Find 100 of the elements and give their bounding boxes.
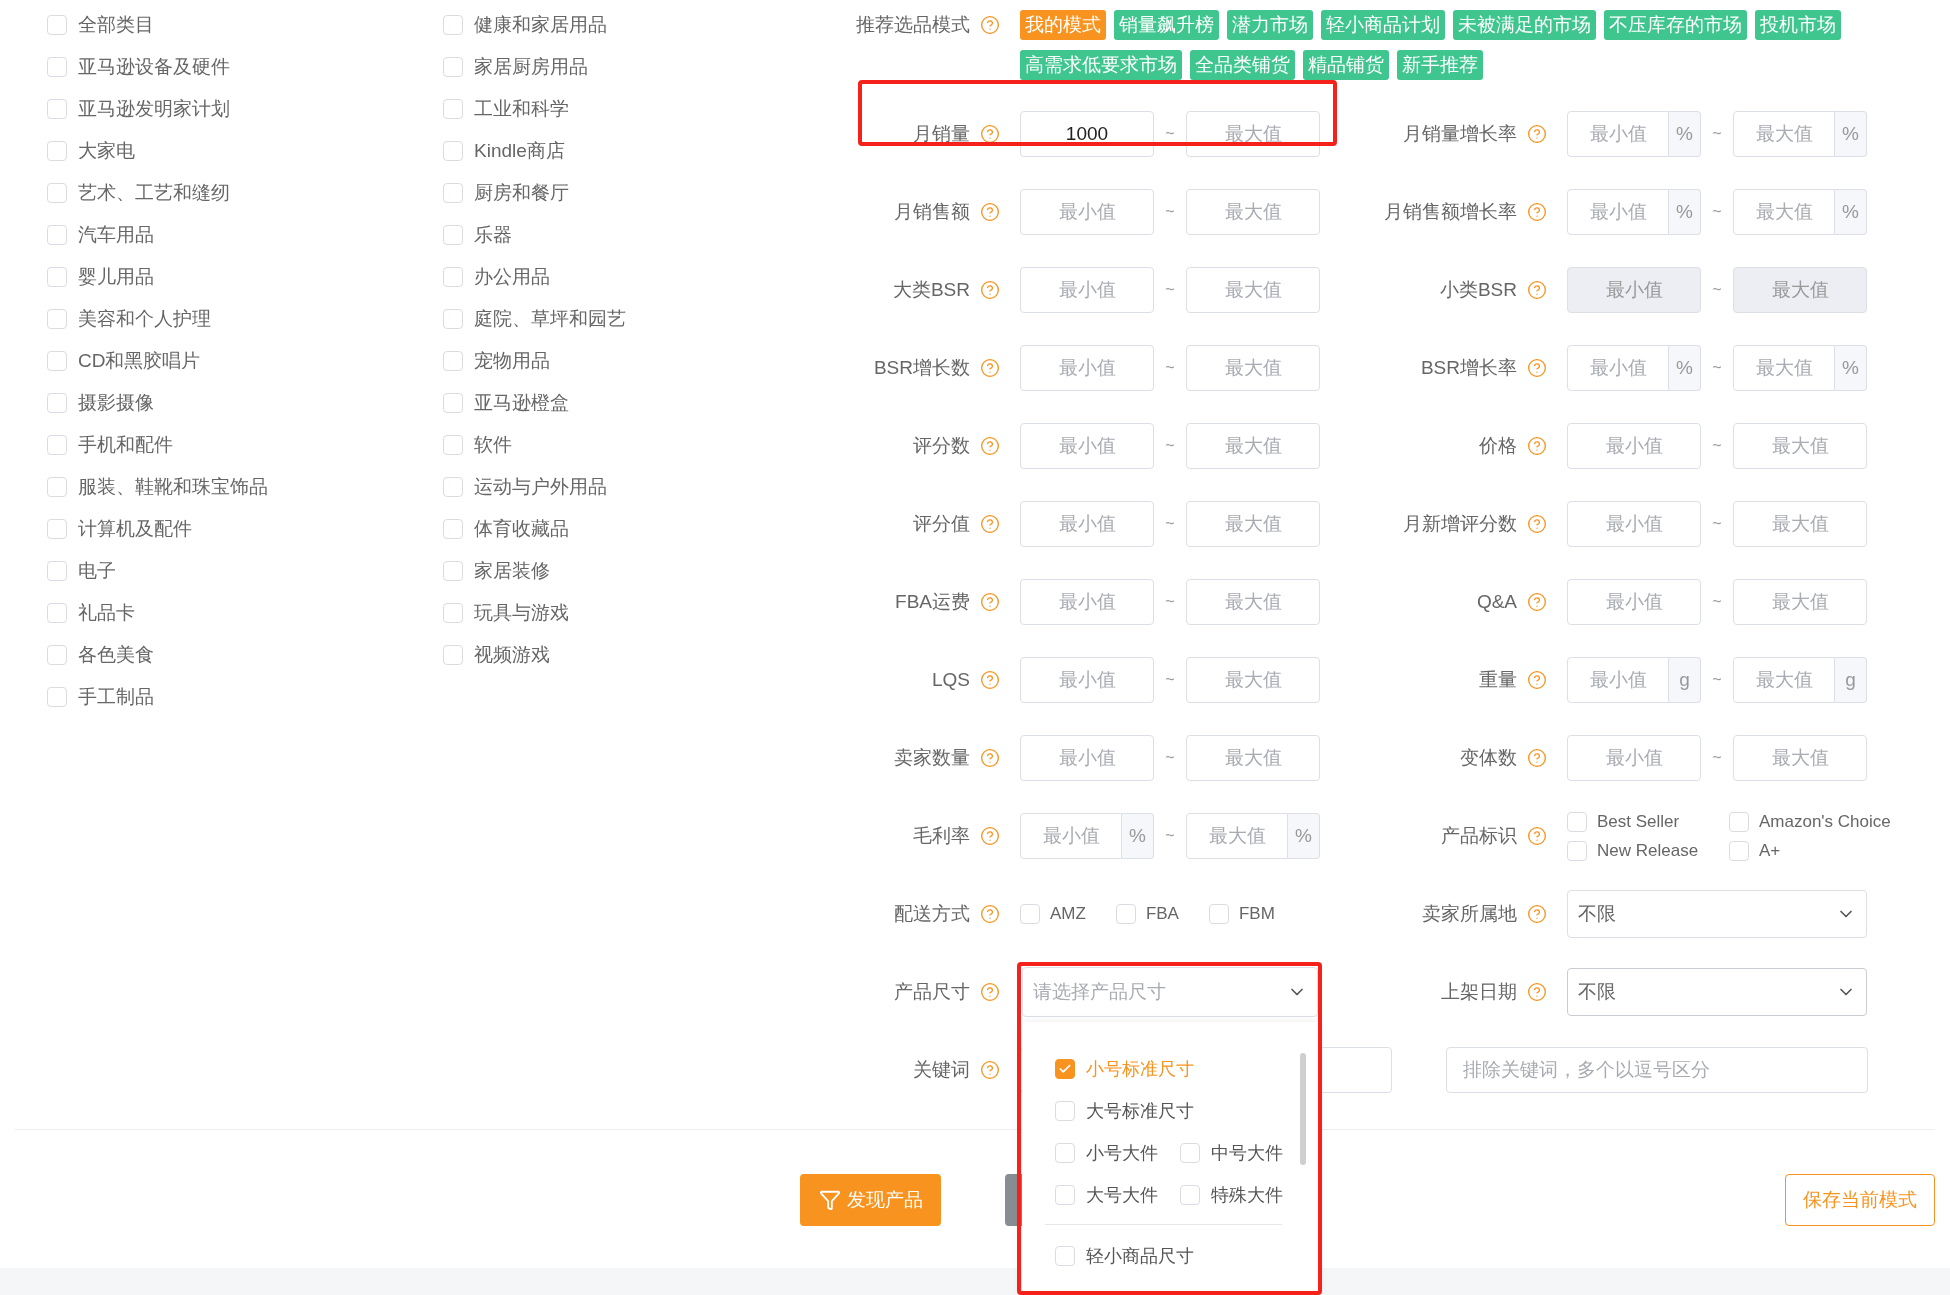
max-field[interactable]: 最大值 (1186, 657, 1320, 703)
help-icon[interactable] (980, 514, 1000, 534)
help-icon[interactable] (1527, 124, 1547, 144)
mode-tag[interactable]: 不压库存的市场 (1604, 10, 1747, 40)
help-icon[interactable] (1527, 826, 1547, 846)
checkbox[interactable] (1567, 811, 1587, 832)
checkbox[interactable] (443, 99, 463, 119)
checkbox[interactable] (47, 267, 67, 287)
checkbox[interactable] (1208, 904, 1229, 924)
checkbox[interactable] (443, 267, 463, 287)
min-field[interactable]: 最小值 (1567, 579, 1701, 625)
help-icon[interactable] (980, 592, 1000, 612)
help-icon[interactable] (1527, 748, 1547, 768)
max-field[interactable]: 最大值 (1733, 345, 1835, 391)
menu-option[interactable]: 大号标准尺寸 (1086, 1099, 1194, 1123)
max-field[interactable]: 最大值 (1186, 579, 1320, 625)
checkbox[interactable] (47, 99, 67, 119)
checkbox[interactable] (443, 309, 463, 329)
min-field[interactable]: 最小值 (1567, 423, 1701, 469)
exclude-keyword-field[interactable]: 排除关键词，多个以逗号区分 (1446, 1047, 1868, 1093)
menu-option[interactable]: 中号大件 (1211, 1141, 1283, 1165)
help-icon[interactable] (980, 358, 1000, 378)
max-field[interactable]: 最大值 (1186, 345, 1320, 391)
checkbox[interactable] (1729, 811, 1749, 832)
checkbox[interactable] (443, 519, 463, 539)
help-icon[interactable] (980, 436, 1000, 456)
checkbox[interactable] (1180, 1185, 1200, 1205)
help-icon[interactable] (980, 202, 1000, 222)
max-field[interactable]: 最大值 (1733, 189, 1835, 235)
min-field[interactable]: 最小值 (1020, 423, 1154, 469)
min-field[interactable]: 最小值 (1567, 189, 1669, 235)
help-icon[interactable] (980, 280, 1000, 300)
help-icon[interactable] (980, 748, 1000, 768)
menu-option[interactable]: 大号大件 (1086, 1183, 1158, 1207)
checkbox[interactable] (47, 141, 67, 161)
max-field[interactable]: 最大值 (1733, 657, 1835, 703)
max-field[interactable]: 最大值 (1186, 501, 1320, 547)
min-field[interactable]: 最小值 (1020, 345, 1154, 391)
min-field[interactable]: 最小值 (1567, 501, 1701, 547)
max-field[interactable]: 最大值 (1733, 501, 1867, 547)
mode-tag[interactable]: 高需求低要求市场 (1020, 50, 1182, 80)
help-icon[interactable] (980, 15, 1000, 35)
checkbox[interactable] (443, 225, 463, 245)
checkbox[interactable] (443, 183, 463, 203)
min-field[interactable]: 最小值 (1567, 111, 1669, 157)
checkbox[interactable] (1055, 1246, 1075, 1266)
checkbox[interactable] (47, 57, 67, 77)
scrollbar[interactable] (1300, 1053, 1306, 1165)
min-field[interactable]: 最小值 (1567, 657, 1669, 703)
checkbox[interactable] (1055, 1185, 1075, 1205)
max-field[interactable]: 最大值 (1733, 735, 1867, 781)
checkbox[interactable] (443, 561, 463, 581)
help-icon[interactable] (980, 1060, 1000, 1080)
min-field[interactable]: 最小值 (1020, 813, 1122, 859)
mode-tag[interactable]: 精品铺货 (1303, 50, 1389, 80)
checkbox[interactable] (443, 57, 463, 77)
checkbox[interactable] (443, 435, 463, 455)
help-icon[interactable] (980, 904, 1000, 924)
max-field[interactable]: 最大值 (1186, 813, 1288, 859)
help-icon[interactable] (1527, 670, 1547, 690)
help-icon[interactable] (980, 826, 1000, 846)
dropdown-select[interactable]: 不限 (1567, 968, 1867, 1016)
checkbox[interactable] (47, 603, 67, 623)
menu-option[interactable]: 特殊大件 (1211, 1183, 1283, 1207)
checkbox[interactable] (47, 225, 67, 245)
menu-option[interactable]: 小号标准尺寸 (1086, 1057, 1194, 1081)
mode-tag[interactable]: 全品类铺货 (1190, 50, 1295, 80)
checkbox[interactable] (1180, 1143, 1200, 1163)
max-field[interactable]: 最大值 (1733, 111, 1835, 157)
checkbox[interactable] (1055, 1101, 1075, 1121)
checkbox[interactable] (443, 477, 463, 497)
mode-tag[interactable]: 销量飙升榜 (1114, 10, 1219, 40)
checkbox[interactable] (1020, 904, 1040, 924)
checkbox[interactable] (47, 393, 67, 413)
mode-tag[interactable]: 投机市场 (1755, 10, 1841, 40)
min-field[interactable]: 最小值 (1020, 189, 1154, 235)
mode-tag[interactable]: 轻小商品计划 (1321, 10, 1445, 40)
checkbox[interactable] (47, 351, 67, 371)
discover-button[interactable]: 发现产品 (800, 1174, 941, 1226)
help-icon[interactable] (1527, 280, 1547, 300)
max-field[interactable]: 最大值 (1733, 579, 1867, 625)
mode-tag[interactable]: 潜力市场 (1227, 10, 1313, 40)
mode-tag[interactable]: 新手推荐 (1397, 50, 1483, 80)
checkbox[interactable] (443, 645, 463, 665)
min-field[interactable]: 1000 (1020, 111, 1154, 157)
checkbox[interactable] (47, 183, 67, 203)
checkbox[interactable] (47, 645, 67, 665)
help-icon[interactable] (1527, 358, 1547, 378)
checkbox[interactable] (1729, 840, 1749, 861)
min-field[interactable]: 最小值 (1567, 345, 1669, 391)
checkbox[interactable] (47, 477, 67, 497)
help-icon[interactable] (1527, 592, 1547, 612)
menu-option[interactable]: 轻小商品尺寸 (1086, 1244, 1194, 1268)
max-field[interactable]: 最大值 (1733, 423, 1867, 469)
min-field[interactable]: 最小值 (1567, 735, 1701, 781)
checkbox[interactable] (47, 435, 67, 455)
mode-tag[interactable]: 未被满足的市场 (1453, 10, 1596, 40)
help-icon[interactable] (980, 670, 1000, 690)
checkbox[interactable] (47, 309, 67, 329)
menu-option[interactable]: 小号大件 (1086, 1141, 1158, 1165)
